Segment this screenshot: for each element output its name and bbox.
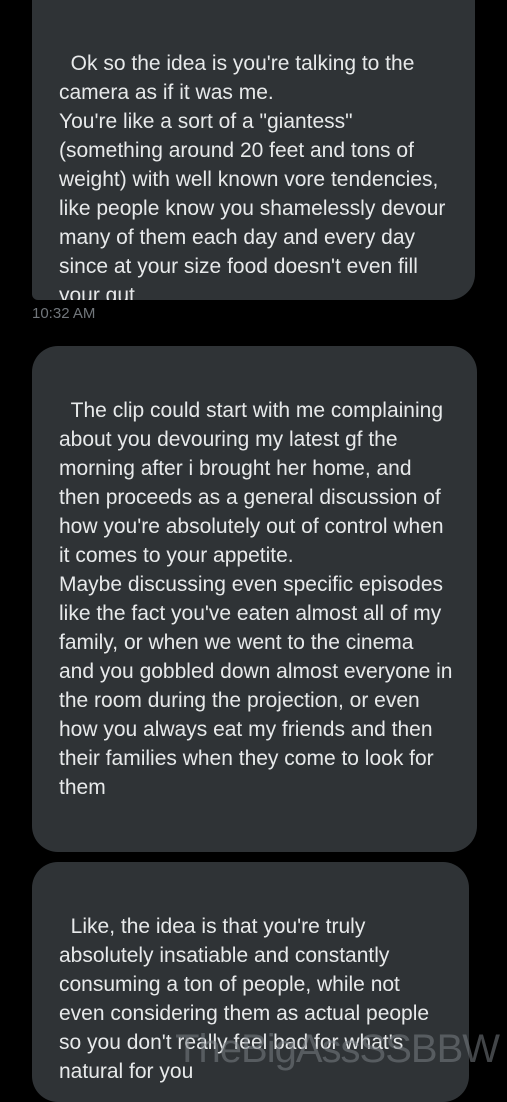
message-text: The clip could start with me complaining…	[59, 399, 453, 799]
message-bubble[interactable]: Like, the idea is that you're truly abso…	[32, 862, 469, 1102]
message-timestamp: 10:32 AM	[32, 305, 96, 322]
message-bubble[interactable]: The clip could start with me complaining…	[32, 346, 477, 852]
message-bubble[interactable]: Ok so the idea is you're talking to the …	[32, 0, 475, 300]
message-text: Ok so the idea is you're talking to the …	[59, 52, 446, 300]
message-text: Like, the idea is that you're truly abso…	[59, 915, 435, 1083]
